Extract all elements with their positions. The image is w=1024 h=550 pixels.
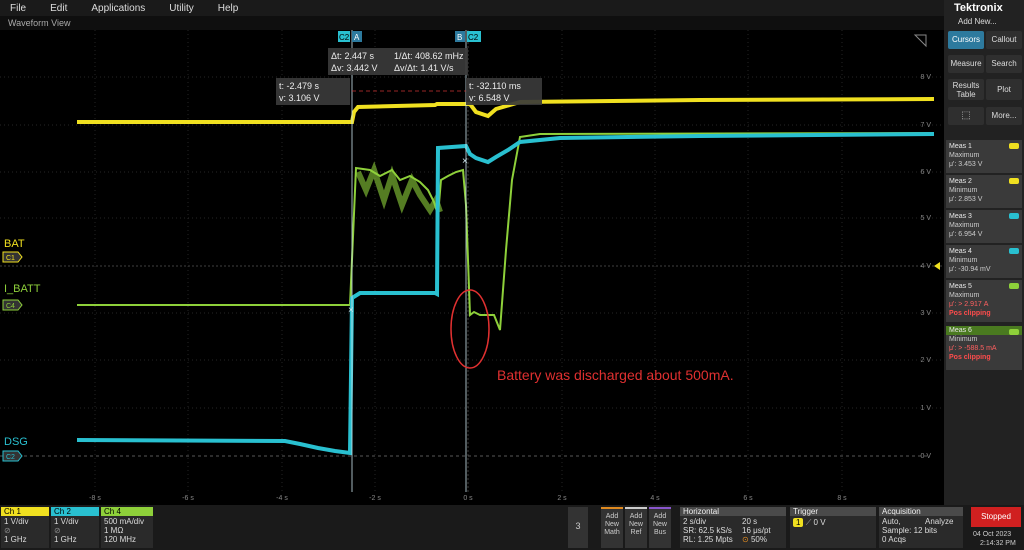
callout-button[interactable]: Callout bbox=[986, 31, 1022, 49]
svg-text:DSG: DSG bbox=[4, 436, 28, 448]
meas-badge-5[interactable]: Meas 5 Maximum μ': > 2.917 A Pos clippin… bbox=[946, 280, 1022, 322]
more-button[interactable]: More... bbox=[986, 107, 1022, 125]
svg-text:C4: C4 bbox=[6, 303, 15, 310]
svg-text:8 s: 8 s bbox=[837, 495, 847, 502]
add-new-label: Add New... bbox=[958, 17, 997, 26]
search-button[interactable]: Search bbox=[986, 55, 1022, 73]
svg-text:t: -32.110 ms: t: -32.110 ms bbox=[469, 81, 521, 91]
svg-text:-4 s: -4 s bbox=[276, 495, 288, 502]
menu-file[interactable]: File bbox=[0, 3, 38, 14]
svg-text:4 s: 4 s bbox=[650, 495, 660, 502]
right-panel: Tektronix Add New... Cursors Callout Mea… bbox=[944, 0, 1024, 505]
svg-text:C2: C2 bbox=[6, 454, 15, 461]
trigger-level-marker[interactable] bbox=[934, 262, 940, 270]
cursor-tags[interactable]: C2 A B C2 bbox=[338, 31, 481, 42]
svg-text:Δv/Δt: 1.41 V/s: Δv/Δt: 1.41 V/s bbox=[394, 63, 454, 73]
svg-text:I_BATT: I_BATT bbox=[4, 283, 41, 295]
svg-text:Δv: 3.442 V: Δv: 3.442 V bbox=[331, 63, 378, 73]
svg-text:C1: C1 bbox=[6, 255, 15, 262]
trigger-settings[interactable]: Trigger 1 ⟋ 0 V bbox=[790, 507, 876, 548]
waveform-ch2-dsg bbox=[76, 132, 935, 456]
svg-text:3 V: 3 V bbox=[920, 310, 931, 317]
cursor-b-readout: t: -32.110 ms v: 6.548 V bbox=[466, 78, 542, 105]
add-new-bus-button[interactable]: Add New Bus bbox=[649, 507, 671, 548]
region-icon[interactable]: ⬚ bbox=[948, 107, 984, 125]
meas-badge-2[interactable]: Meas 2 Minimum μ': 2.853 V bbox=[946, 175, 1022, 208]
date-label: 04 Oct 2023 bbox=[973, 531, 1012, 538]
waveform-plot[interactable]: × × C2 A B C2 Δt: 2.447 s 1/Δt: 408.62 m… bbox=[0, 30, 944, 502]
channel-labels: BAT C1 I_BATT C4 DSG C2 bbox=[2, 238, 41, 462]
meas-badge-4[interactable]: Meas 4 Minimum μ': -30.94 mV bbox=[946, 245, 1022, 278]
svg-text:1/Δt: 408.62 mHz: 1/Δt: 408.62 mHz bbox=[394, 51, 464, 61]
softkey-3[interactable]: 3 bbox=[568, 507, 588, 548]
menu-edit[interactable]: Edit bbox=[38, 3, 79, 14]
svg-text:BAT: BAT bbox=[4, 238, 25, 250]
svg-text:2 V: 2 V bbox=[920, 357, 931, 364]
waveform-ch4-ibatt bbox=[77, 132, 935, 331]
annotation-text: Battery was discharged about 500mA. bbox=[497, 367, 734, 383]
svg-text:1 V: 1 V bbox=[920, 405, 931, 412]
zoom-corner-icon[interactable] bbox=[913, 34, 927, 48]
svg-text:6 s: 6 s bbox=[743, 495, 753, 502]
measure-button[interactable]: Measure bbox=[948, 55, 984, 73]
acquisition-settings[interactable]: Acquisition Auto, Analyze Sample: 12 bits… bbox=[879, 507, 963, 548]
y-axis-ticks: 8 V 7 V 6 V 5 V 4 V 3 V 2 V 1 V 0 V bbox=[920, 74, 931, 460]
svg-text:2 s: 2 s bbox=[557, 495, 567, 502]
bottom-bar: Ch 1 1 V/div ⊘ 1 GHz Ch 2 1 V/div ⊘ 1 GH… bbox=[0, 505, 1024, 550]
horizontal-settings[interactable]: Horizontal 2 s/div 20 s SR: 62.5 kS/s 16 μ… bbox=[680, 507, 786, 548]
time-label: 2:14:32 PM bbox=[980, 540, 1016, 547]
svg-text:0 V: 0 V bbox=[920, 453, 931, 460]
svg-text:v: 6.548 V: v: 6.548 V bbox=[469, 93, 510, 103]
waveform-view-title: Waveform View bbox=[0, 16, 944, 30]
cursor-b-marker: × bbox=[462, 156, 468, 167]
cursor-a-marker: × bbox=[348, 305, 354, 316]
ch2-settings[interactable]: Ch 2 1 V/div ⊘ 1 GHz bbox=[51, 507, 99, 548]
menu-help[interactable]: Help bbox=[206, 3, 251, 14]
svg-text:5 V: 5 V bbox=[920, 215, 931, 222]
add-new-math-button[interactable]: Add New Math bbox=[601, 507, 623, 548]
menu-applications[interactable]: Applications bbox=[79, 3, 157, 14]
cursors-button[interactable]: Cursors bbox=[948, 31, 984, 49]
meas-badge-1[interactable]: Meas 1 Maximum μ': 3.453 V bbox=[946, 140, 1022, 173]
svg-text:0 s: 0 s bbox=[463, 495, 473, 502]
x-axis-ticks: -8 s -6 s -4 s -2 s 0 s 2 s 4 s 6 s 8 s bbox=[89, 495, 847, 502]
svg-text:4 V: 4 V bbox=[920, 263, 931, 270]
meas-badge-3[interactable]: Meas 3 Maximum μ': 6.954 V bbox=[946, 210, 1022, 243]
svg-text:A: A bbox=[354, 33, 360, 42]
svg-text:-8 s: -8 s bbox=[89, 495, 101, 502]
results-table-button[interactable]: Results Table bbox=[948, 79, 984, 100]
menu-bar: File Edit Applications Utility Help bbox=[0, 0, 944, 16]
ch1-settings[interactable]: Ch 1 1 V/div ⊘ 1 GHz bbox=[1, 507, 49, 548]
stopped-button[interactable]: Stopped bbox=[971, 507, 1021, 527]
svg-text:8 V: 8 V bbox=[920, 74, 931, 81]
svg-text:-2 s: -2 s bbox=[369, 495, 381, 502]
svg-text:7 V: 7 V bbox=[920, 122, 931, 129]
add-new-ref-button[interactable]: Add New Ref bbox=[625, 507, 647, 548]
menu-utility[interactable]: Utility bbox=[157, 3, 205, 14]
meas-badge-6[interactable]: Meas 6 Minimum μ': > -588.5 mA Pos clipp… bbox=[946, 326, 1022, 370]
brand-logo: Tektronix bbox=[954, 2, 1003, 14]
svg-text:C2: C2 bbox=[468, 33, 479, 42]
svg-text:6 V: 6 V bbox=[920, 169, 931, 176]
plot-button[interactable]: Plot bbox=[986, 79, 1022, 100]
svg-text:-6 s: -6 s bbox=[182, 495, 194, 502]
svg-text:v: 3.106 V: v: 3.106 V bbox=[279, 93, 320, 103]
cursor-delta-readout: Δt: 2.447 s 1/Δt: 408.62 mHz Δv: 3.442 V… bbox=[328, 48, 468, 75]
svg-text:Δt: 2.447 s: Δt: 2.447 s bbox=[331, 51, 375, 61]
ch4-settings[interactable]: Ch 4 500 mA/div 1 MΩ 120 MHz bbox=[101, 507, 153, 548]
svg-text:C2: C2 bbox=[339, 33, 350, 42]
svg-text:t: -2.479 s: t: -2.479 s bbox=[279, 81, 320, 91]
cursor-a-readout: t: -2.479 s v: 3.106 V bbox=[276, 78, 350, 105]
svg-text:B: B bbox=[457, 33, 462, 42]
